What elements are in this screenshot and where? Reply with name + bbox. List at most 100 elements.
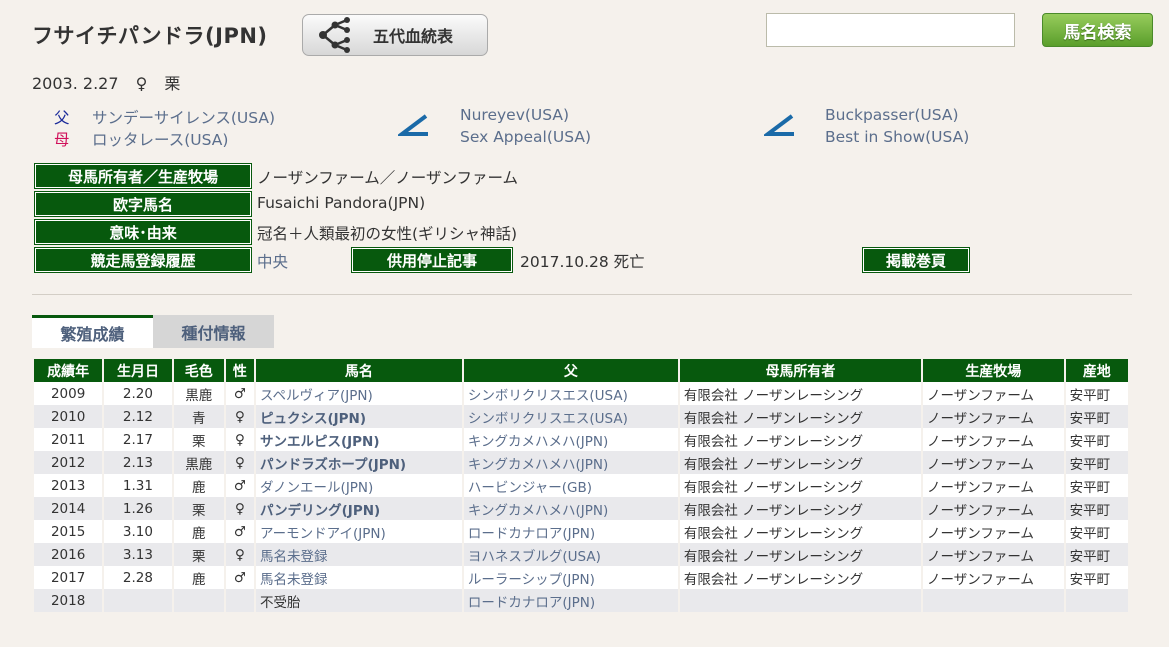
sex-symbol: ♀ <box>135 74 148 93</box>
dam-dam-connector-icon <box>764 114 794 136</box>
offspring-year: 2018 <box>34 589 103 612</box>
offspring-origin: 安平町 <box>1065 543 1128 566</box>
offspring-birthdate <box>104 589 172 612</box>
offspring-coat: 栗 <box>173 543 224 566</box>
offspring-owner: 有限会社 ノーザンレーシング <box>679 428 921 451</box>
offspring-sire-link[interactable]: ロードカナロア(JPN) <box>463 520 678 543</box>
horse-search-input[interactable] <box>766 13 1015 47</box>
offspring-name-link[interactable]: スペルヴィア(JPN) <box>255 382 462 405</box>
pedigree-button-label: 五代血統表 <box>373 27 454 46</box>
offspring-owner <box>679 589 921 612</box>
column-header-sire: 父 <box>463 359 678 382</box>
offspring-farm: ノーザンファーム <box>923 382 1064 405</box>
horse-search-button[interactable]: 馬名検索 <box>1042 13 1153 47</box>
offspring-sire-link[interactable]: キングカメハメハ(JPN) <box>463 497 678 520</box>
offspring-birthdate: 2.28 <box>104 566 172 589</box>
table-row: 2018 不受胎 ロードカナロア(JPN) <box>34 589 1128 612</box>
offspring-sire-link[interactable]: キングカメハメハ(JPN) <box>463 451 678 474</box>
offspring-owner: 有限会社 ノーザンレーシング <box>679 474 921 497</box>
sire-label: 父 <box>54 109 70 127</box>
offspring-year: 2010 <box>34 405 103 428</box>
offspring-name-link[interactable]: アーモンドアイ(JPN) <box>255 520 462 543</box>
column-header-owner: 母馬所有者 <box>679 359 921 382</box>
offspring-sire-link[interactable]: ハービンジャー(GB) <box>463 474 678 497</box>
owner-label: 母馬所有者／生産牧場 <box>35 164 251 188</box>
offspring-coat: 黒鹿 <box>173 451 224 474</box>
offspring-year: 2015 <box>34 520 103 543</box>
dam-link[interactable]: ロッタレース(USA) <box>92 128 228 150</box>
roman-name-label: 欧字馬名 <box>35 192 251 216</box>
offspring-name-link[interactable]: 馬名未登録 <box>255 543 462 566</box>
offspring-birthdate: 2.20 <box>104 382 172 405</box>
offspring-name-link[interactable]: サンエルピス(JPN) <box>255 428 462 451</box>
offspring-sire-link[interactable]: シンボリクリスエス(USA) <box>463 382 678 405</box>
roman-name-value: Fusaichi Pandora(JPN) <box>257 194 426 212</box>
offspring-year: 2013 <box>34 474 103 497</box>
offspring-birthdate: 1.26 <box>104 497 172 520</box>
offspring-name-link[interactable]: ダノンエール(JPN) <box>255 474 462 497</box>
offspring-sex: ♂ <box>225 566 254 589</box>
offspring-coat: 栗 <box>173 428 224 451</box>
offspring-owner: 有限会社 ノーザンレーシング <box>679 405 921 428</box>
offspring-origin: 安平町 <box>1065 428 1128 451</box>
dam-dam-link[interactable]: Sex Appeal(USA) <box>460 128 591 146</box>
offspring-origin: 安平町 <box>1065 497 1128 520</box>
offspring-farm: ノーザンファーム <box>923 520 1064 543</box>
horse-name-title: フサイチパンドラ(JPN) <box>32 24 268 48</box>
pedigree-tree-icon <box>319 17 350 53</box>
table-row: 2017 2.28 鹿 ♂ 馬名未登録 ルーラーシップ(JPN) 有限会社 ノーザンレーシン… <box>34 566 1128 589</box>
offspring-farm: ノーザンファーム <box>923 543 1064 566</box>
offspring-name-link[interactable]: パンデリング(JPN) <box>255 497 462 520</box>
offspring-sire-link[interactable]: シンボリクリスエス(USA) <box>463 405 678 428</box>
table-row: 2014 1.26 栗 ♀ パンデリング(JPN) キングカメハメハ(JPN) 有限会社 ノ… <box>34 497 1128 520</box>
column-header-sex: 性 <box>225 359 254 382</box>
offspring-coat: 鹿 <box>173 474 224 497</box>
offspring-sex: ♀ <box>225 543 254 566</box>
offspring-birthdate: 2.12 <box>104 405 172 428</box>
offspring-sex: ♀ <box>225 497 254 520</box>
offspring-coat: 黒鹿 <box>173 382 224 405</box>
offspring-farm <box>923 589 1064 612</box>
pedigree-five-gen-button[interactable]: 五代血統表 <box>302 14 488 56</box>
offspring-owner: 有限会社 ノーザンレーシング <box>679 543 921 566</box>
column-header-coat: 毛色 <box>173 359 224 382</box>
offspring-owner: 有限会社 ノーザンレーシング <box>679 451 921 474</box>
offspring-sire-link[interactable]: ルーラーシップ(JPN) <box>463 566 678 589</box>
offspring-name-link[interactable]: 馬名未登録 <box>255 566 462 589</box>
page-ref-label: 掲載巻頁 <box>863 248 969 272</box>
offspring-sire-link[interactable]: ヨハネスブルグ(USA) <box>463 543 678 566</box>
offspring-sire-link[interactable]: キングカメハメハ(JPN) <box>463 428 678 451</box>
offspring-year: 2017 <box>34 566 103 589</box>
registry-label: 競走馬登録履歴 <box>35 248 251 272</box>
offspring-owner: 有限会社 ノーザンレーシング <box>679 497 921 520</box>
table-row: 2015 3.10 鹿 ♂ アーモンドアイ(JPN) ロードカナロア(JPN) 有限会社 ノ… <box>34 520 1128 543</box>
offspring-birthdate: 3.10 <box>104 520 172 543</box>
offspring-coat: 鹿 <box>173 520 224 543</box>
offspring-table: 成績年 生月日 毛色性馬名父母馬所有者 生産牧場 産地 2009 2.20 黒鹿 ♂ スペルヴィ… <box>32 359 1130 612</box>
offspring-sex: ♀ <box>225 405 254 428</box>
meaning-label: 意味･由来 <box>35 220 251 244</box>
offspring-origin: 安平町 <box>1065 520 1128 543</box>
offspring-name-link[interactable]: ピュクシス(JPN) <box>255 405 462 428</box>
dam-label: 母 <box>54 131 70 149</box>
tab-breeding-record[interactable]: 繁殖成績 <box>32 315 153 348</box>
offspring-year: 2016 <box>34 543 103 566</box>
offspring-sire-link[interactable]: ロードカナロア(JPN) <box>463 589 678 612</box>
offspring-birthdate: 1.31 <box>104 474 172 497</box>
dam-sire-link[interactable]: Nureyev(USA) <box>460 106 569 124</box>
offspring-name-link: 不受胎 <box>255 589 462 612</box>
birth-info: 2003. 2.27 ♀ 栗 <box>32 70 192 94</box>
tab-mating-info[interactable]: 種付情報 <box>153 315 274 348</box>
dam-dam-sire-link[interactable]: Buckpasser(USA) <box>825 106 959 124</box>
offspring-origin <box>1065 589 1128 612</box>
registry-link[interactable]: 中央 <box>257 250 288 272</box>
owner-value: ノーザンファーム／ノーザンファーム <box>257 169 519 187</box>
coat-color: 栗 <box>164 74 181 93</box>
offspring-farm: ノーザンファーム <box>923 451 1064 474</box>
offspring-coat <box>173 589 224 612</box>
offspring-birthdate: 2.17 <box>104 428 172 451</box>
sire-link[interactable]: サンデーサイレンス(USA) <box>92 106 275 128</box>
dam-dam-dam-link[interactable]: Best in Show(USA) <box>825 128 969 146</box>
table-row: 2016 3.13 栗 ♀ 馬名未登録 ヨハネスブルグ(USA) 有限会社 ノーザンレーシン… <box>34 543 1128 566</box>
offspring-name-link[interactable]: パンドラズホープ(JPN) <box>255 451 462 474</box>
